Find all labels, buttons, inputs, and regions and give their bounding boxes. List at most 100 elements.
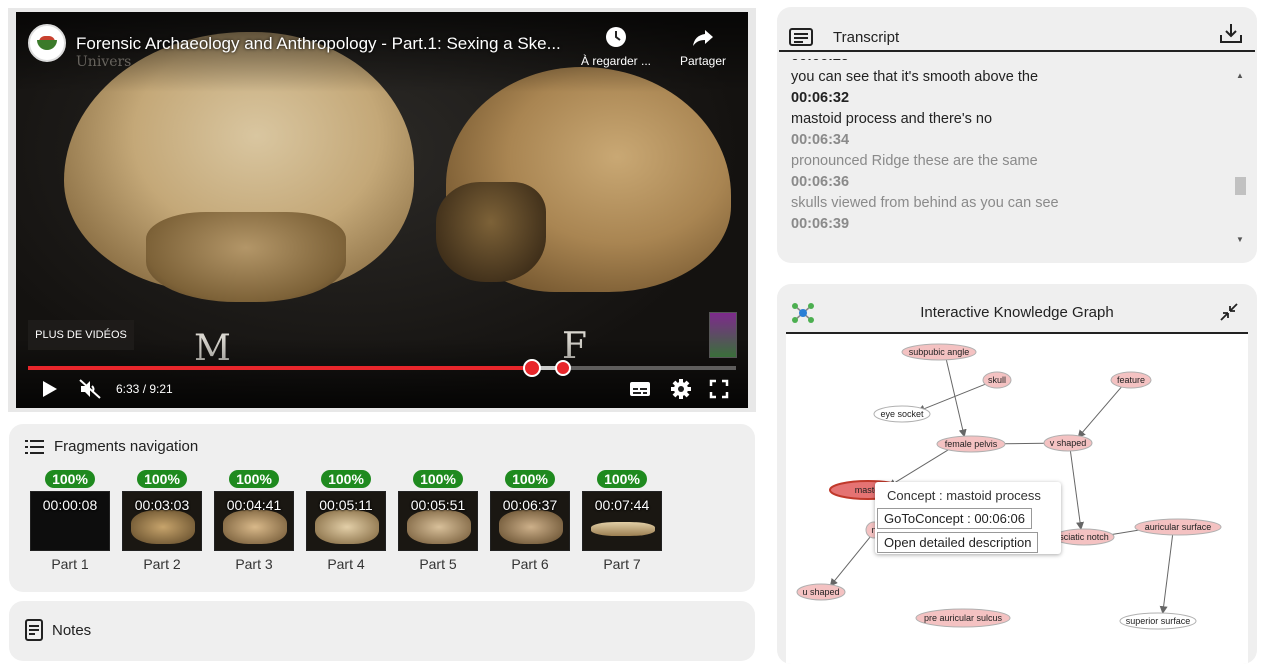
transcript-timestamp[interactable]: 00:06:34 (791, 130, 1221, 151)
fragment-thumbnail[interactable]: 00:07:44 (582, 491, 662, 551)
open-description-button[interactable]: Open detailed description (877, 532, 1039, 553)
collapse-arrows-icon[interactable] (1219, 302, 1239, 322)
transcript-line[interactable]: 00:06:34 pronounced Ridge these are the … (791, 130, 1221, 172)
video-progress-bar[interactable] (28, 359, 736, 377)
fragment-item[interactable]: 100% 00:00:08 Part 1 (30, 470, 110, 572)
graph-node-skull[interactable]: skull (982, 371, 1012, 389)
graph-node-sciatic[interactable]: sciatic notch (1053, 528, 1115, 546)
transcript-text: you can see that it's smooth above the (791, 69, 1039, 85)
graph-node-label: sciatic notch (1059, 532, 1109, 542)
end-card-thumbnail[interactable] (709, 312, 737, 358)
transcript-title: Transcript (833, 28, 900, 46)
subtitles-icon[interactable] (628, 378, 652, 400)
transcript-scrollbar[interactable]: ▲ ▼ (1233, 65, 1247, 247)
fragment-label: Part 5 (419, 556, 457, 572)
graph-node-superior[interactable]: superior surface (1119, 612, 1197, 630)
fragment-label: Part 2 (143, 556, 181, 572)
play-icon[interactable] (38, 378, 60, 400)
knowledge-graph-canvas[interactable]: subpubic angle skull feature eye socket fema… (786, 332, 1248, 664)
fullscreen-icon[interactable] (708, 378, 730, 400)
completion-badge: 100% (413, 470, 463, 488)
graph-node-label: pre auricular sulcus (924, 613, 1003, 623)
graph-node-label: auricular surface (1145, 522, 1212, 532)
graph-node-vshaped[interactable]: v shaped (1043, 434, 1093, 452)
transcript-line[interactable]: 00:06:32 mastoid process and there's no (791, 88, 1221, 130)
notes-panel: Notes (9, 601, 755, 661)
graph-node-ushaped[interactable]: u shaped (796, 583, 846, 601)
channel-avatar[interactable] (28, 24, 66, 62)
graph-node-label: female pelvis (945, 439, 998, 449)
fragment-label: Part 6 (511, 556, 549, 572)
fragment-thumbnail[interactable]: 00:04:41 (214, 491, 294, 551)
scroll-down-arrow-icon[interactable]: ▼ (1236, 235, 1244, 244)
scroll-up-arrow-icon[interactable]: ▲ (1236, 71, 1244, 80)
progress-played (28, 366, 533, 370)
fragment-item[interactable]: 100% 00:05:51 Part 5 (398, 470, 478, 572)
notes-header[interactable]: Notes (25, 619, 91, 641)
completion-badge: 100% (137, 470, 187, 488)
chapter-marker[interactable] (555, 360, 571, 376)
transcript-timestamp[interactable]: 00:06:29 (791, 59, 1221, 67)
scrollbar-thumb[interactable] (1235, 177, 1246, 195)
fragment-item[interactable]: 100% 00:06:37 Part 6 (490, 470, 570, 572)
concept-tooltip: Concept : mastoid process GoToConcept : … (875, 482, 1061, 554)
goto-concept-button[interactable]: GoToConcept : 00:06:06 (877, 508, 1032, 529)
graph-node-label: feature (1117, 375, 1145, 385)
video-time-display: 6:33 / 9:21 (116, 382, 173, 396)
tooltip-concept-title: Concept : mastoid process (887, 488, 1041, 503)
share-label: Partager (679, 54, 727, 68)
fragment-item[interactable]: 100% 00:04:41 Part 3 (214, 470, 294, 572)
transcript-text: skulls viewed from behind as you can see (791, 195, 1059, 211)
share-button[interactable]: Partager (668, 26, 738, 68)
watch-later-button[interactable]: À regarder ... (576, 26, 656, 68)
transcript-scroll-area[interactable]: 00:06:29 you can see that it's smooth ab… (791, 59, 1221, 249)
fragment-label: Part 1 (51, 556, 89, 572)
transcript-timestamp[interactable]: 00:06:39 (791, 214, 1221, 235)
fragments-navigation-panel: Fragments navigation 100% 00:00:08 Part … (9, 424, 755, 592)
transcript-text: pronounced Ridge these are the same (791, 153, 1038, 169)
completion-badge: 100% (45, 470, 95, 488)
graph-edge (829, 535, 872, 587)
progress-scrubber[interactable] (523, 359, 542, 377)
notes-icon (25, 619, 43, 641)
graph-node-label: u shaped (802, 587, 839, 597)
graph-node-subpubic[interactable]: subpubic angle (901, 343, 977, 361)
more-videos-button[interactable]: PLUS DE VIDÉOS (28, 320, 134, 350)
graph-edge (887, 446, 953, 487)
transcript-line[interactable]: 00:06:29 you can see that it's smooth ab… (791, 59, 1221, 88)
graph-edge (1069, 450, 1085, 531)
fragment-thumbnail[interactable]: 00:05:51 (398, 491, 478, 551)
muted-speaker-icon[interactable] (78, 378, 102, 400)
notes-title: Notes (52, 621, 92, 639)
transcript-timestamp[interactable]: 00:06:32 (791, 88, 1221, 109)
fragments-title: Fragments navigation (54, 438, 199, 455)
graph-node-preauricular[interactable]: pre auricular sulcus (915, 608, 1011, 628)
fragment-thumbnail[interactable]: 00:05:11 (306, 491, 386, 551)
list-icon (25, 439, 44, 454)
graph-edge (916, 382, 990, 413)
download-icon[interactable] (1219, 22, 1243, 44)
graph-node-pelvis[interactable]: female pelvis (936, 435, 1006, 453)
watch-later-label: À regarder ... (580, 54, 652, 68)
transcript-line[interactable]: 00:06:36 skulls viewed from behind as yo… (791, 172, 1221, 214)
transcript-line[interactable]: 00:06:39 (791, 214, 1221, 235)
transcript-timestamp[interactable]: 00:06:36 (791, 172, 1221, 193)
completion-badge: 100% (321, 470, 371, 488)
graph-node-auricular[interactable]: auricular surface (1134, 518, 1222, 536)
video-title[interactable]: Forensic Archaeology and Anthropology - … (76, 34, 561, 54)
fragment-thumbnail[interactable]: 00:06:37 (490, 491, 570, 551)
graph-node-feature[interactable]: feature (1110, 371, 1152, 389)
graph-node-eye[interactable]: eye socket (873, 405, 931, 423)
fragment-item[interactable]: 100% 00:05:11 Part 4 (306, 470, 386, 572)
graph-node-label: superior surface (1126, 616, 1191, 626)
graph-node-label: subpubic angle (909, 347, 970, 357)
fragment-item[interactable]: 100% 00:03:03 Part 2 (122, 470, 202, 572)
gear-icon[interactable] (670, 378, 692, 400)
fragment-thumbnail[interactable]: 00:00:08 (30, 491, 110, 551)
fragment-item[interactable]: 100% 00:07:44 Part 7 (582, 470, 662, 572)
completion-badge: 100% (229, 470, 279, 488)
share-arrow-icon (693, 30, 713, 46)
graph-node-label: v shaped (1050, 438, 1087, 448)
video-player[interactable]: M F Forensic Archaeology and Anthropolog… (16, 12, 748, 408)
fragment-thumbnail[interactable]: 00:03:03 (122, 491, 202, 551)
